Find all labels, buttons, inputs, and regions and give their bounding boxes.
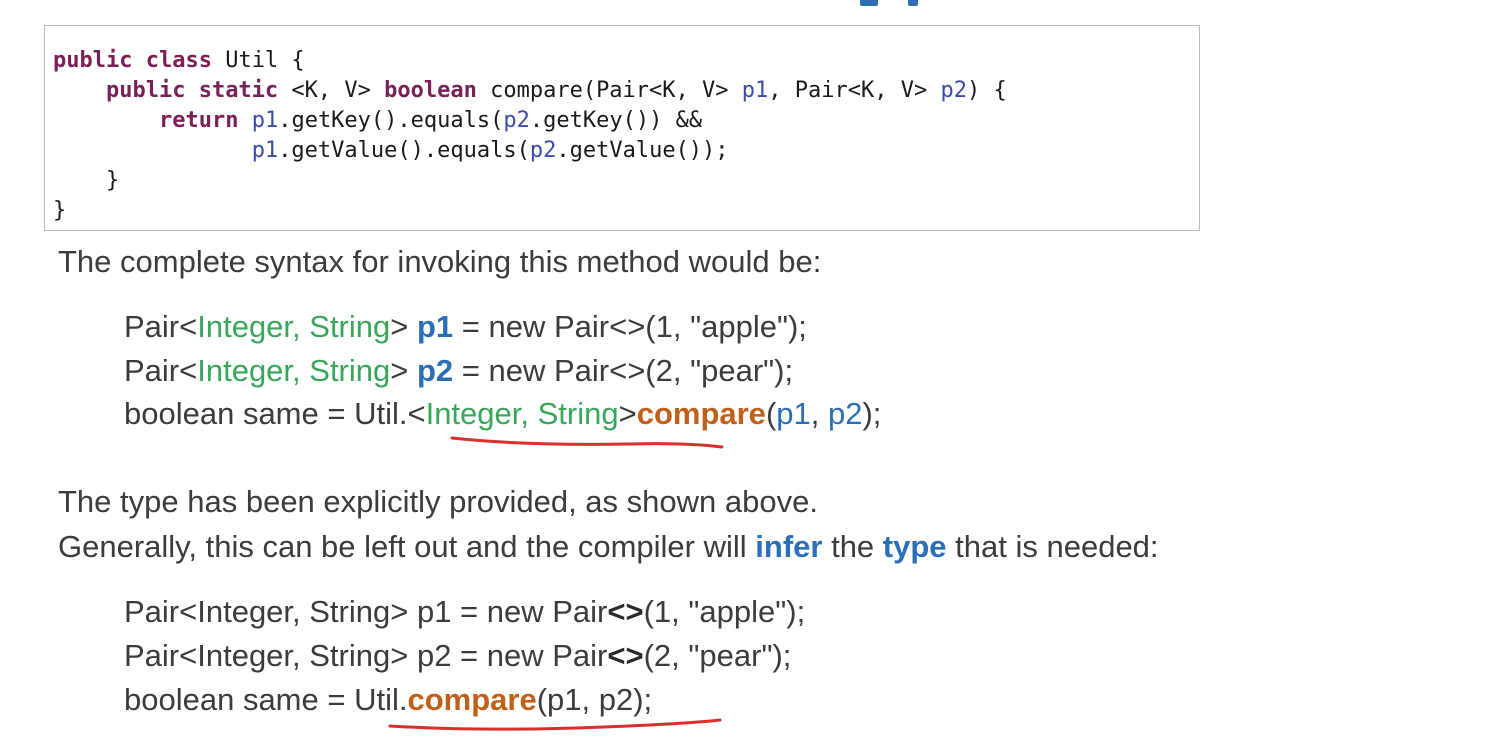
code-block: public class Util { public static <K, V>… — [53, 46, 1007, 226]
code-snippet-box: public class Util { public static <K, V>… — [44, 25, 1200, 231]
inferred-line-3: boolean same = Util.compare(p1, p2); — [124, 682, 653, 717]
code-line-2: public static <K, V> boolean compare(Pai… — [105, 78, 1007, 103]
code-line-5: } — [53, 168, 120, 193]
para-line-1: The type has been explicitly provided, a… — [58, 484, 818, 519]
explicit-line-1: Pair<Integer, String> p1 = new Pair<>(1,… — [124, 309, 807, 344]
clipped-glyph — [908, 0, 918, 6]
clipped-top-heading-fragment — [860, 0, 980, 6]
explicit-line-3: boolean same = Util.<Integer, String>com… — [124, 396, 882, 431]
code-line-4: p1.getValue().equals(p2.getValue()); — [251, 138, 729, 163]
code-line-3: return p1.getKey().equals(p2.getKey()) &… — [158, 108, 703, 133]
clipped-glyph — [860, 0, 878, 6]
explicit-line-2: Pair<Integer, String> p2 = new Pair<>(2,… — [124, 353, 794, 388]
inferred-line-1: Pair<Integer, String> p1 = new Pair<>(1,… — [124, 594, 806, 629]
intro-text: The complete syntax for invoking this me… — [58, 244, 822, 279]
code-line-1: public class Util { — [53, 48, 305, 73]
red-underline-type-args — [450, 436, 724, 449]
inferred-line-2: Pair<Integer, String> p2 = new Pair<>(2,… — [124, 638, 792, 673]
para-line-2: Generally, this can be left out and the … — [58, 529, 1159, 564]
code-line-6: } — [53, 198, 67, 223]
